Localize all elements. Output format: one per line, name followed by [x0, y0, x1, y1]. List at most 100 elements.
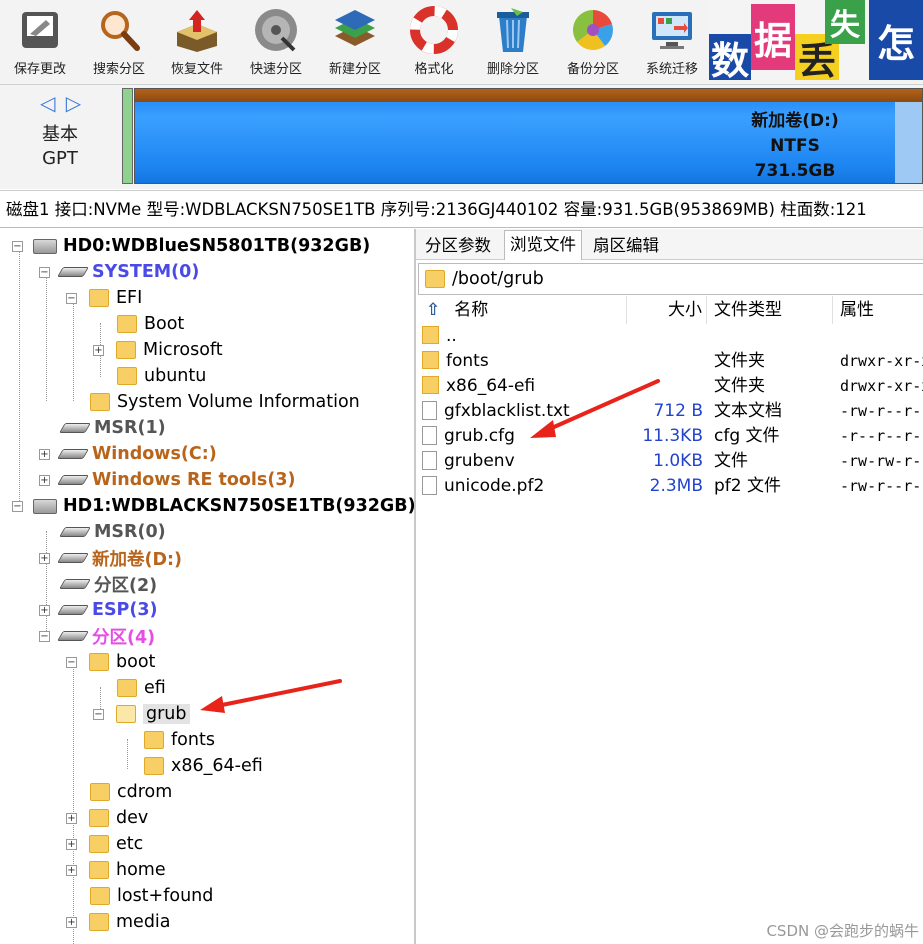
system-migration-label: 系统迁移	[645, 62, 698, 77]
tree-node-part4[interactable]: − 分区(4)	[39, 623, 155, 649]
tree-node-media[interactable]: + media	[66, 909, 171, 935]
tree-node-efi-boot[interactable]: efi	[117, 675, 166, 701]
expand-icon[interactable]: +	[39, 474, 50, 486]
file-row[interactable]: grub.cfg 11.3KB cfg 文件 -r--r--r--	[418, 424, 923, 449]
file-row[interactable]: grubenv 1.0KB 文件 -rw-rw-r--	[418, 449, 923, 474]
tree-node-winre[interactable]: + Windows RE tools(3)	[39, 467, 296, 493]
ad-banner[interactable]: 数 据 丢 失 怎	[709, 0, 923, 80]
tree-node-etc[interactable]: + etc	[66, 831, 143, 857]
tree-node-grub[interactable]: − grub	[93, 701, 190, 727]
collapse-icon[interactable]: −	[93, 708, 104, 720]
file-type: 文件夹	[714, 376, 765, 396]
banner-char-4: 失	[825, 0, 865, 44]
expand-icon[interactable]: +	[39, 604, 50, 616]
tab-partition-params[interactable]: 分区参数	[420, 232, 496, 259]
column-size[interactable]: 大小	[627, 296, 707, 324]
expand-icon[interactable]: +	[66, 864, 77, 876]
partition-icon	[57, 475, 89, 485]
format-button[interactable]: 格式化	[398, 0, 470, 84]
tree-node-esp[interactable]: + ESP(3)	[39, 597, 158, 623]
disk-nav-arrows-icon[interactable]: ◁ ▷	[40, 91, 83, 115]
folder-icon	[89, 809, 109, 827]
folder-icon	[89, 289, 109, 307]
file-row[interactable]: ..	[418, 324, 923, 349]
column-type[interactable]: 文件类型	[708, 296, 833, 324]
lifebuoy-icon	[410, 6, 458, 54]
tree-node-boot-efi[interactable]: Boot	[117, 311, 184, 337]
disk-icon	[255, 9, 297, 52]
system-migration-button[interactable]: 系统迁移	[636, 0, 708, 84]
save-changes-button[interactable]: 保存更改	[4, 0, 76, 84]
partition-map: 新加卷(D:) NTFS 731.5GB	[122, 88, 923, 184]
tree-label: EFI	[116, 288, 143, 308]
file-name: gfxblacklist.txt	[444, 401, 570, 421]
collapse-icon[interactable]: −	[39, 266, 50, 278]
tree-node-hd1[interactable]: − HD1:WDBLACKSN750SE1TB(932GB)	[12, 493, 414, 519]
collapse-icon[interactable]: −	[12, 240, 23, 252]
file-row[interactable]: x86_64-efi 文件夹 drwxr-xr-x	[418, 374, 923, 399]
collapse-icon[interactable]: −	[39, 630, 50, 642]
tree-node-msr1[interactable]: MSR(1)	[59, 415, 166, 441]
hard-disk-icon	[33, 498, 57, 514]
up-arrow-icon[interactable]: ⇧	[426, 300, 440, 320]
new-partition-button[interactable]: 新建分区	[319, 0, 391, 84]
tree-node-home[interactable]: + home	[66, 857, 166, 883]
expand-icon[interactable]: +	[66, 812, 77, 824]
folder-icon	[90, 393, 110, 411]
tab-sector-editor[interactable]: 扇区编辑	[588, 232, 664, 259]
delete-partition-button[interactable]: 删除分区	[477, 0, 549, 84]
tree-node-new-volume[interactable]: + 新加卷(D:)	[39, 545, 182, 571]
tree-node-microsoft[interactable]: + Microsoft	[93, 337, 223, 363]
tree-node-cdrom[interactable]: cdrom	[90, 779, 172, 805]
file-type: cfg 文件	[714, 426, 780, 446]
partition-segment-main[interactable]: 新加卷(D:) NTFS 731.5GB	[134, 88, 923, 184]
collapse-icon[interactable]: −	[66, 292, 77, 304]
tree-node-grub-fonts[interactable]: fonts	[144, 727, 215, 753]
tree-node-x86[interactable]: x86_64-efi	[144, 753, 263, 779]
file-icon	[422, 400, 437, 420]
folder-icon	[144, 757, 164, 775]
tree-node-lostfound[interactable]: lost+found	[90, 883, 213, 909]
quick-partition-button[interactable]: 快速分区	[240, 0, 312, 84]
backup-partition-button[interactable]: 备份分区	[557, 0, 629, 84]
file-icon	[422, 425, 437, 445]
expand-icon[interactable]: +	[39, 552, 50, 564]
expand-icon[interactable]: +	[93, 344, 104, 356]
file-row[interactable]: unicode.pf2 2.3MB pf2 文件 -rw-r--r--	[418, 474, 923, 499]
path-bar[interactable]: /boot/grub	[418, 263, 923, 295]
tree-node-windows[interactable]: + Windows(C:)	[39, 441, 217, 467]
tree-node-dev[interactable]: + dev	[66, 805, 148, 831]
search-partition-button[interactable]: 搜索分区	[83, 0, 155, 84]
tree-node-system[interactable]: − SYSTEM(0)	[39, 259, 199, 285]
expand-icon[interactable]: +	[39, 448, 50, 460]
banner-char-5: 怎	[869, 0, 923, 80]
column-name[interactable]: ⇧ 名称	[418, 296, 627, 324]
tab-bar: 分区参数 浏览文件 扇区编辑	[416, 229, 923, 260]
expand-icon[interactable]: +	[66, 838, 77, 850]
current-path: /boot/grub	[452, 269, 544, 289]
tab-browse-files[interactable]: 浏览文件	[504, 230, 582, 260]
folder-icon	[116, 341, 136, 359]
partition-icon	[57, 553, 89, 563]
tree-line	[19, 245, 20, 509]
recover-files-button[interactable]: 恢复文件	[161, 0, 233, 84]
file-attributes: -r--r--r--	[840, 427, 923, 445]
tree-node-boot[interactable]: − boot	[66, 649, 155, 675]
tree-label: MSR(1)	[94, 418, 166, 438]
expand-icon[interactable]: +	[66, 916, 77, 928]
disk-type: 基本 GPT	[0, 123, 120, 171]
tree-node-part2[interactable]: 分区(2)	[59, 571, 157, 597]
collapse-icon[interactable]: −	[12, 500, 23, 512]
file-row[interactable]: gfxblacklist.txt 712 B 文本文档 -rw-r--r--	[418, 399, 923, 424]
tree-node-svi[interactable]: System Volume Information	[90, 389, 360, 415]
tree-node-efi[interactable]: − EFI	[66, 285, 142, 311]
column-attr[interactable]: 属性	[834, 296, 923, 324]
tree-label: 新加卷(D:)	[92, 549, 183, 570]
partition-segment-small[interactable]	[122, 88, 133, 184]
file-row[interactable]: fonts 文件夹 drwxr-xr-x	[418, 349, 923, 374]
tree-node-msr0[interactable]: MSR(0)	[59, 519, 166, 545]
tree-node-hd0[interactable]: − HD0:WDBlueSN5801TB(932GB)	[12, 233, 370, 259]
collapse-icon[interactable]: −	[66, 656, 77, 668]
tree-node-ubuntu[interactable]: ubuntu	[117, 363, 206, 389]
folder-icon	[90, 783, 110, 801]
